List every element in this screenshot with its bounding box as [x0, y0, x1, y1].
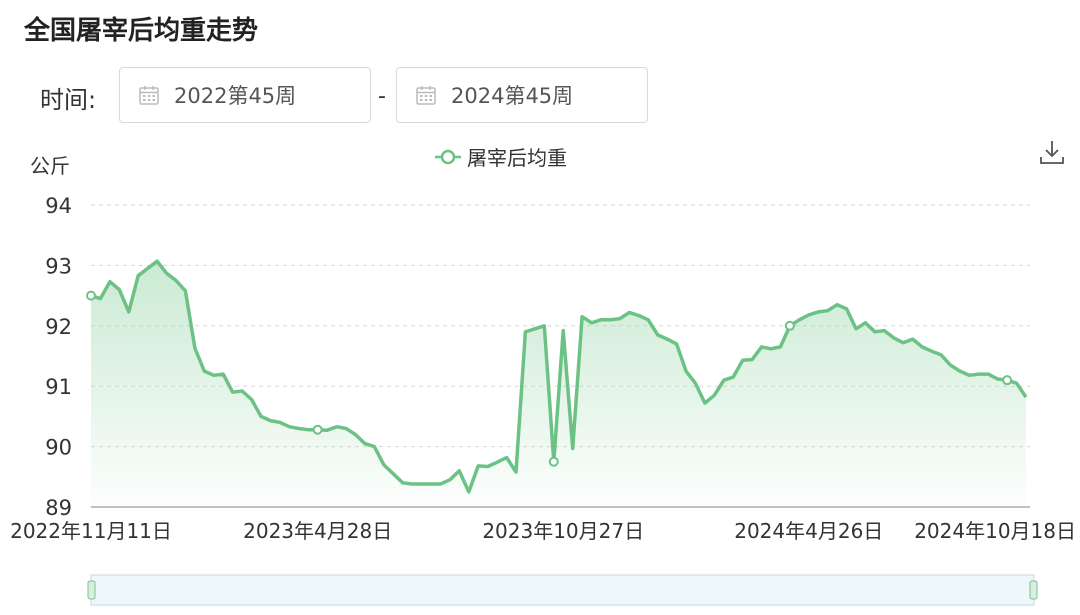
- data-point[interactable]: [86, 290, 96, 301]
- x-tick-label: 2023年10月27日: [482, 519, 644, 543]
- data-zoom-slider[interactable]: [87, 574, 1038, 606]
- zoom-handle-right[interactable]: [1029, 580, 1038, 600]
- y-tick-label: 93: [45, 254, 72, 278]
- data-point[interactable]: [784, 320, 795, 331]
- zoom-handle-left[interactable]: [87, 580, 96, 600]
- y-tick-label: 91: [45, 375, 72, 399]
- x-tick-label: 2023年4月28日: [243, 519, 392, 543]
- x-tick-label: 2024年4月26日: [734, 519, 883, 543]
- y-tick-label: 90: [45, 436, 72, 460]
- data-point[interactable]: [312, 424, 323, 435]
- data-point[interactable]: [548, 456, 559, 467]
- x-axis-ticks: 2022年11月11日 2023年4月28日 2023年10月27日 2024年4月2…: [10, 519, 1076, 543]
- chart-canvas: 89 90 91 92 93 94 2022年11月11日 2023年4月28日 2023年1…: [10, 194, 1076, 606]
- y-tick-label: 94: [45, 194, 72, 218]
- y-tick-label: 92: [45, 315, 72, 339]
- y-tick-label: 89: [45, 496, 72, 520]
- y-axis-ticks: 89 90 91 92 93 94: [45, 194, 72, 520]
- data-point[interactable]: [1002, 375, 1013, 386]
- data-zoom-track[interactable]: [90, 574, 1035, 606]
- x-tick-label: 2024年10月18日: [914, 519, 1076, 543]
- x-tick-label: 2022年11月11日: [10, 519, 172, 543]
